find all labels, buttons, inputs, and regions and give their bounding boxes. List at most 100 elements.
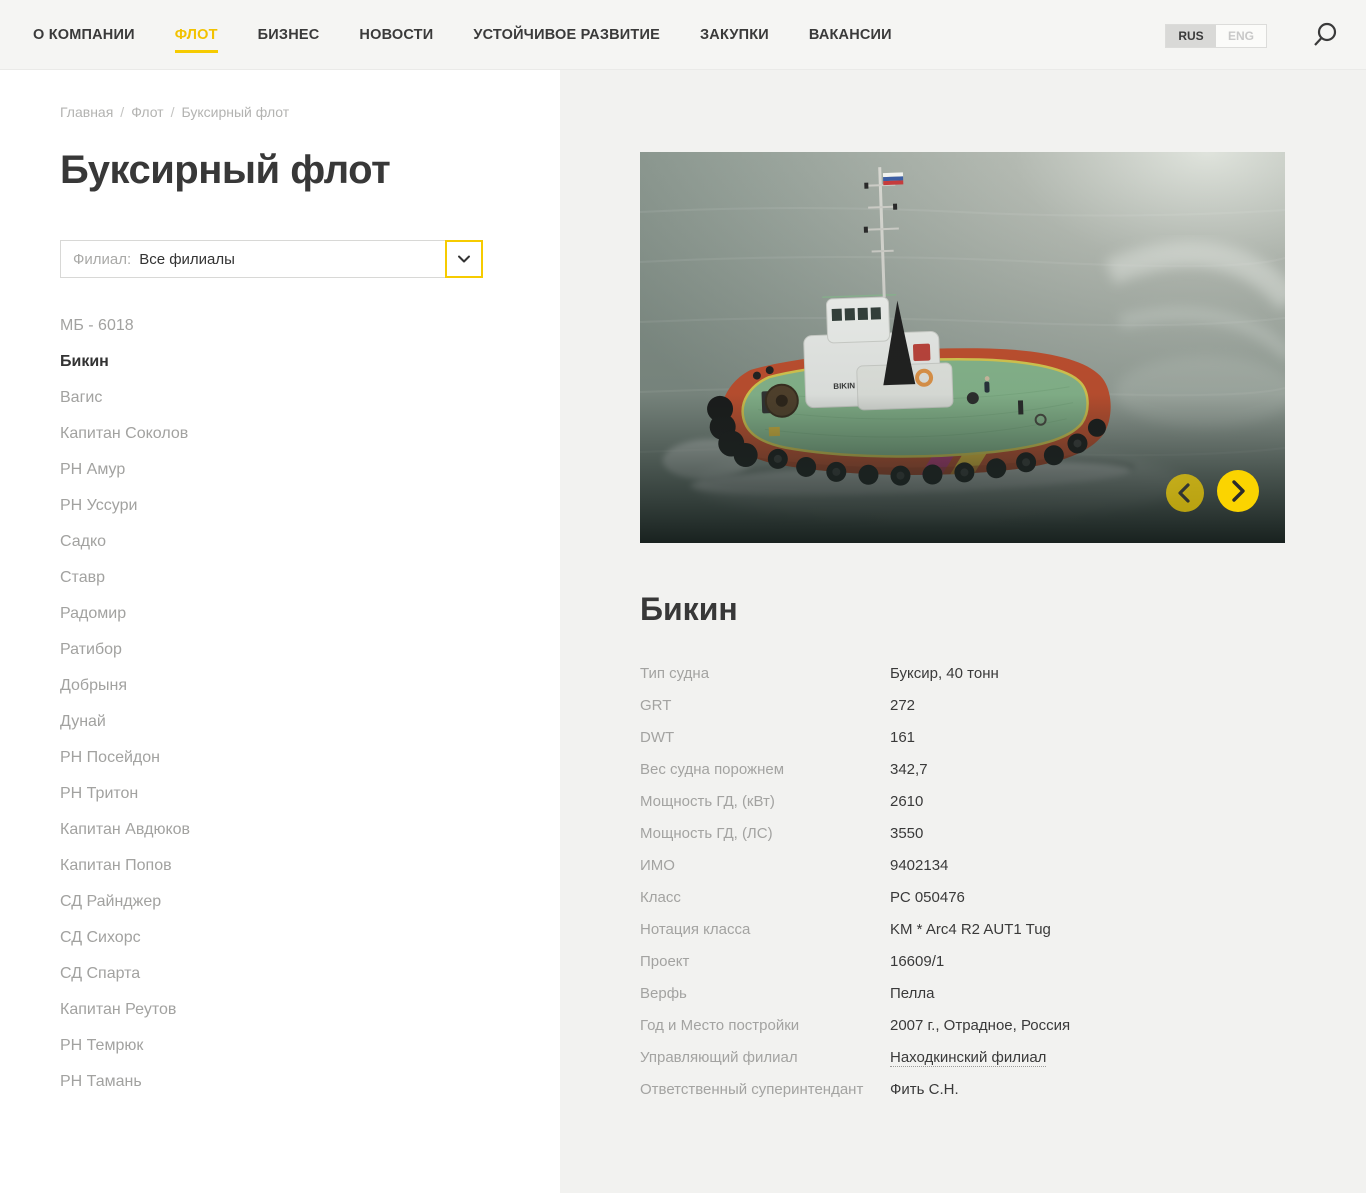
detail-value: РС 050476 — [890, 889, 965, 906]
filter-selected-value: Все филиалы — [139, 251, 235, 268]
vessel-photo: ROSNEFTEFLOT — [640, 152, 1285, 543]
detail-row: Мощность ГД, (кВт) 2610 — [640, 785, 1366, 817]
detail-label: GRT — [640, 697, 890, 714]
detail-row: Класс РС 050476 — [640, 881, 1366, 913]
detail-value: 272 — [890, 697, 915, 714]
vessel-list-item[interactable]: Радомир — [60, 596, 560, 632]
breadcrumb-separator: / — [171, 104, 175, 120]
detail-value: 2007 г., Отрадное, Россия — [890, 1017, 1070, 1034]
lang-rus-button[interactable]: RUS — [1166, 25, 1216, 47]
detail-value: 9402134 — [890, 857, 948, 874]
vessel-list-item[interactable]: Капитан Реутов — [60, 992, 560, 1028]
detail-value: 342,7 — [890, 761, 928, 778]
detail-label: Верфь — [640, 985, 890, 1002]
vessel-list-item[interactable]: Капитан Соколов — [60, 416, 560, 452]
vessel-list-item[interactable]: СД Райнджер — [60, 884, 560, 920]
vessel-list-item[interactable]: МБ - 6018 — [60, 308, 560, 344]
vessel-list-item[interactable]: Ратибор — [60, 632, 560, 668]
detail-label: Тип судна — [640, 665, 890, 682]
vessel-list-item[interactable]: СД Сихорс — [60, 920, 560, 956]
managing-branch-link[interactable]: Находкинский филиал — [890, 1049, 1046, 1067]
vessel-list-item[interactable]: СД Спарта — [60, 956, 560, 992]
vessel-list-item[interactable]: Капитан Авдюков — [60, 812, 560, 848]
detail-value: 161 — [890, 729, 915, 746]
vessel-list-item[interactable]: Дунай — [60, 704, 560, 740]
page-title: Буксирный флот — [60, 146, 560, 194]
search-button[interactable] — [1308, 19, 1342, 53]
filter-label: Филиал: — [73, 251, 131, 268]
vessel-name: Бикин — [640, 591, 1366, 627]
nav-item-company[interactable]: О КОМПАНИИ — [33, 27, 135, 43]
detail-value: Пелла — [890, 985, 934, 1002]
detail-row: Тип судна Буксир, 40 тонн — [640, 657, 1366, 689]
detail-row: Управляющий филиал Находкинский филиал — [640, 1041, 1366, 1073]
carousel-next-button[interactable] — [1217, 470, 1259, 512]
detail-row: GRT 272 — [640, 689, 1366, 721]
detail-label: Управляющий филиал — [640, 1049, 890, 1066]
nav-item-fleet[interactable]: ФЛОТ — [175, 27, 218, 43]
fleet-list-panel: Главная / Флот / Буксирный флот Буксирный фл… — [0, 70, 560, 1193]
page: О КОМПАНИИ ФЛОТ БИЗНЕС НОВОСТИ УСТОЙЧИВО… — [0, 0, 1366, 1193]
detail-row: Год и Место постройки 2007 г., Отрадное,… — [640, 1009, 1366, 1041]
breadcrumb-home[interactable]: Главная — [60, 104, 113, 120]
vessel-list-item[interactable]: Капитан Попов — [60, 848, 560, 884]
filter-dropdown-button[interactable] — [445, 240, 483, 278]
breadcrumb-fleet[interactable]: Флот — [131, 104, 163, 120]
lang-eng-button[interactable]: ENG — [1216, 25, 1266, 47]
detail-row: ИМО 9402134 — [640, 849, 1366, 881]
chevron-right-icon — [1217, 470, 1259, 512]
vessel-list-item[interactable]: РН Уссури — [60, 488, 560, 524]
detail-label: Проект — [640, 953, 890, 970]
detail-value: 2610 — [890, 793, 923, 810]
nav-item-vacancies[interactable]: ВАКАНСИИ — [809, 27, 892, 43]
vessel-list-item[interactable]: Добрыня — [60, 668, 560, 704]
carousel-prev-button[interactable] — [1166, 474, 1204, 512]
detail-value: 16609/1 — [890, 953, 944, 970]
detail-value: Находкинский филиал — [890, 1049, 1046, 1066]
detail-row: Мощность ГД, (ЛС) 3550 — [640, 817, 1366, 849]
detail-row: DWT 161 — [640, 721, 1366, 753]
breadcrumb: Главная / Флот / Буксирный флот — [60, 104, 560, 120]
detail-label: Ответственный суперинтендант — [640, 1081, 890, 1098]
vessel-list-item[interactable]: Вагис — [60, 380, 560, 416]
detail-label: Мощность ГД, (ЛС) — [640, 825, 890, 842]
detail-value: 3550 — [890, 825, 923, 842]
breadcrumb-current: Буксирный флот — [181, 104, 289, 120]
vessel-list-item[interactable]: РН Темрюк — [60, 1028, 560, 1064]
branch-filter-select[interactable]: Филиал: Все филиалы — [60, 240, 483, 278]
nav-item-news[interactable]: НОВОСТИ — [359, 27, 433, 43]
detail-label: Нотация класса — [640, 921, 890, 938]
vessel-list-item[interactable]: Садко — [60, 524, 560, 560]
language-toggle: RUS ENG — [1165, 24, 1267, 48]
vessel-detail-panel: ROSNEFTEFLOT — [560, 70, 1366, 1193]
vessel-list-item[interactable]: РН Тритон — [60, 776, 560, 812]
detail-label: Вес судна порожнем — [640, 761, 890, 778]
detail-label: Класс — [640, 889, 890, 906]
vessel-list-item-active[interactable]: Бикин — [60, 344, 560, 380]
detail-value: Буксир, 40 тонн — [890, 665, 999, 682]
top-nav-bar: О КОМПАНИИ ФЛОТ БИЗНЕС НОВОСТИ УСТОЙЧИВО… — [0, 0, 1366, 70]
vessel-list-item[interactable]: Ставр — [60, 560, 560, 596]
detail-value: Фить С.Н. — [890, 1081, 959, 1098]
vessel-list-item[interactable]: РН Посейдон — [60, 740, 560, 776]
breadcrumb-separator: / — [120, 104, 124, 120]
vessel-list-item[interactable]: РН Амур — [60, 452, 560, 488]
nav-item-sustainability[interactable]: УСТОЙЧИВОЕ РАЗВИТИЕ — [473, 27, 660, 43]
detail-row: Ответственный суперинтендант Фить С.Н. — [640, 1073, 1366, 1105]
detail-label: Мощность ГД, (кВт) — [640, 793, 890, 810]
chevron-down-icon — [454, 249, 474, 269]
detail-label: Год и Место постройки — [640, 1017, 890, 1034]
nav-item-procurement[interactable]: ЗАКУПКИ — [700, 27, 769, 43]
vessel-list: МБ - 6018 Бикин Вагис Капитан Соколов РН… — [60, 308, 560, 1100]
detail-label: DWT — [640, 729, 890, 746]
nav-item-business[interactable]: БИЗНЕС — [258, 27, 320, 43]
main-nav: О КОМПАНИИ ФЛОТ БИЗНЕС НОВОСТИ УСТОЙЧИВО… — [33, 0, 892, 70]
vessel-details: Тип судна Буксир, 40 тонн GRT 272 DWT 16… — [640, 657, 1366, 1105]
detail-label: ИМО — [640, 857, 890, 874]
detail-row: Нотация класса KM * Arc4 R2 AUT1 Tug — [640, 913, 1366, 945]
chevron-left-icon — [1166, 474, 1204, 512]
detail-row: Проект 16609/1 — [640, 945, 1366, 977]
detail-value: KM * Arc4 R2 AUT1 Tug — [890, 921, 1051, 938]
vessel-list-item[interactable]: РН Тамань — [60, 1064, 560, 1100]
detail-row: Верфь Пелла — [640, 977, 1366, 1009]
